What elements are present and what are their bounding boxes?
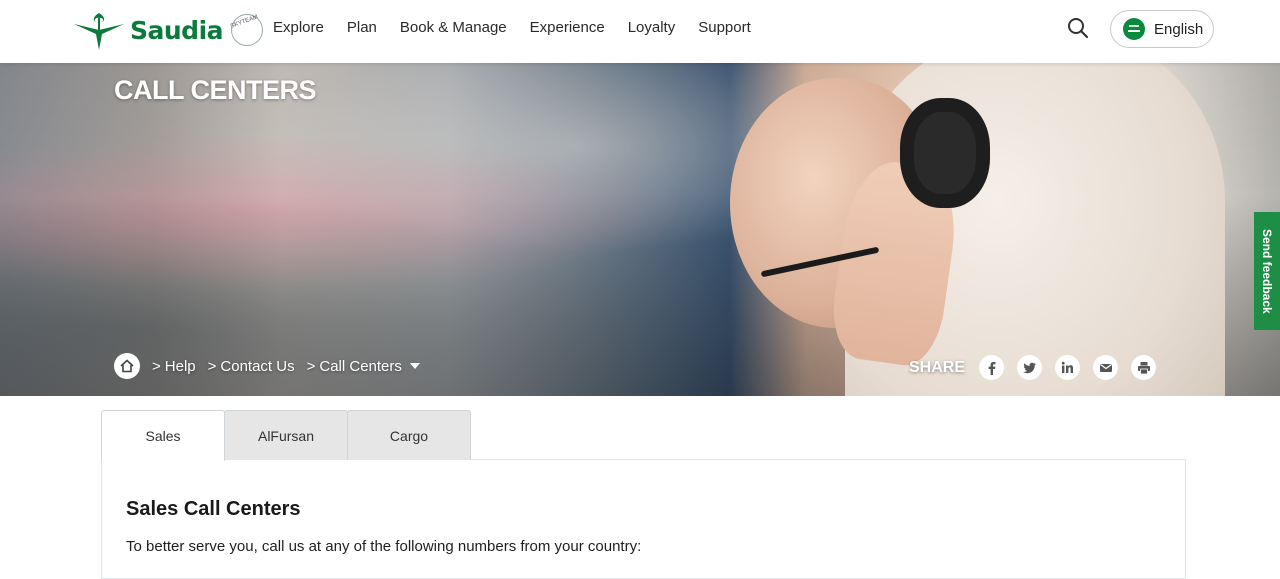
tab-cargo[interactable]: Cargo <box>347 410 471 460</box>
skyteam-text: SKYTEAM <box>229 14 259 30</box>
nav-explore[interactable]: Explore <box>273 19 324 36</box>
saudi-flag-icon <box>1123 18 1145 40</box>
share-bar: SHARE <box>909 355 1169 380</box>
print-icon[interactable] <box>1131 355 1157 380</box>
email-icon[interactable] <box>1093 355 1119 380</box>
hero-banner: CALL CENTERS > Help > Contact Us > Call Cen… <box>0 63 1280 396</box>
nav-support[interactable]: Support <box>698 19 751 36</box>
language-selector[interactable]: English <box>1110 10 1214 48</box>
section-description: To better serve you, call us at any of t… <box>126 538 642 555</box>
section-title: Sales Call Centers <box>126 498 301 520</box>
facebook-icon[interactable] <box>979 355 1005 380</box>
logo-text: Saudia <box>130 15 224 45</box>
send-feedback-button[interactable]: Send feedback <box>1254 212 1280 330</box>
page-title: CALL CENTERS <box>114 75 317 105</box>
palm-icon <box>74 13 124 50</box>
breadcrumb-help[interactable]: > Help <box>152 358 196 375</box>
main-nav: Explore Plan Book & Manage Experience Lo… <box>273 19 774 36</box>
site-header: Saudia SKYTEAM Explore Plan Book & Manag… <box>0 0 1280 63</box>
home-icon[interactable] <box>114 353 140 379</box>
headset-illustration <box>900 98 990 208</box>
breadcrumb-contact-us[interactable]: > Contact Us <box>208 358 295 375</box>
breadcrumb: > Help > Contact Us > Call Centers <box>114 353 420 379</box>
search-icon[interactable] <box>1066 16 1090 40</box>
nav-loyalty[interactable]: Loyalty <box>628 19 676 36</box>
nav-book-manage[interactable]: Book & Manage <box>400 19 507 36</box>
share-label: SHARE <box>909 358 966 376</box>
saudia-logo[interactable]: Saudia SKYTEAM <box>72 8 264 52</box>
breadcrumb-call-centers[interactable]: > Call Centers <box>307 358 402 375</box>
twitter-icon[interactable] <box>1017 355 1043 380</box>
chevron-down-icon[interactable] <box>409 363 420 369</box>
tab-alfursan[interactable]: AlFursan <box>224 410 348 460</box>
nav-experience[interactable]: Experience <box>530 19 605 36</box>
tab-panel: Sales Call Centers To better serve you, … <box>101 459 1186 579</box>
skyteam-logo: SKYTEAM <box>229 14 264 46</box>
call-center-tabs: Sales AlFursan Cargo <box>101 410 471 461</box>
language-label: English <box>1154 20 1204 38</box>
linkedin-icon[interactable] <box>1055 355 1081 380</box>
nav-plan[interactable]: Plan <box>347 19 377 36</box>
tab-sales[interactable]: Sales <box>101 410 225 461</box>
